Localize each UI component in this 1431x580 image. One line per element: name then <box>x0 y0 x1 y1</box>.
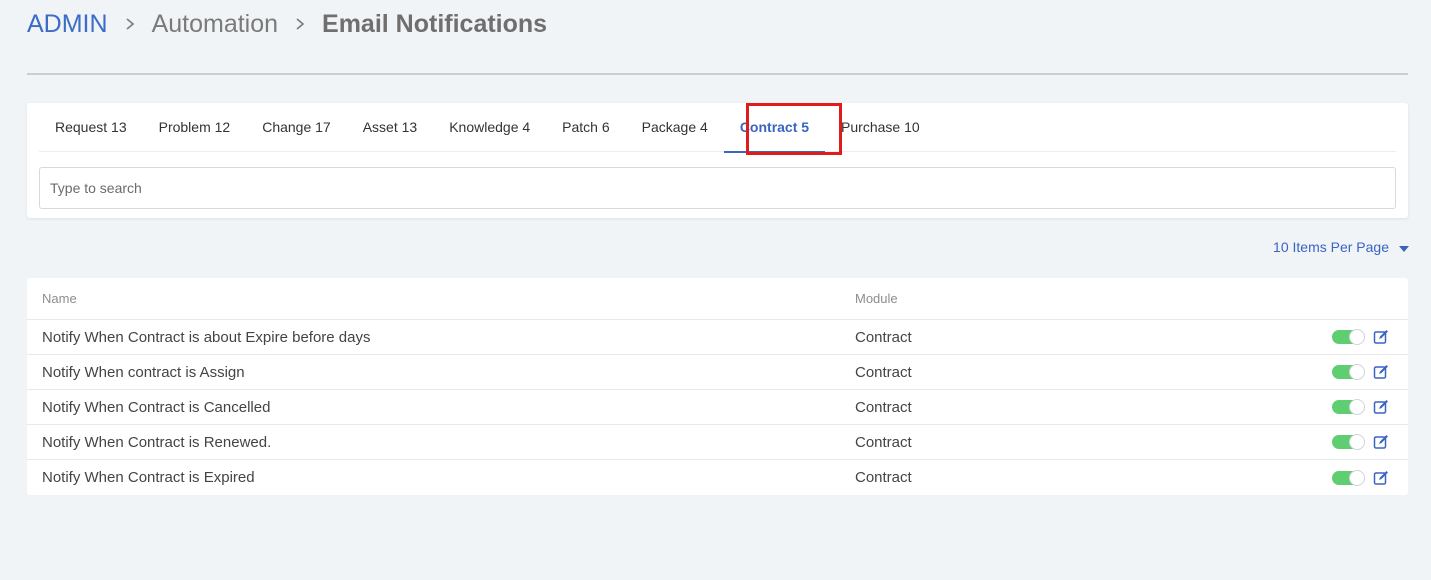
column-header-module[interactable]: Module <box>855 291 898 306</box>
tab-patch[interactable]: Patch 6 <box>546 103 625 151</box>
notification-module: Contract <box>855 398 912 416</box>
toggle-knob <box>1349 469 1365 486</box>
column-header-name[interactable]: Name <box>42 291 77 306</box>
items-per-page-dropdown[interactable]: 10 Items Per Page <box>1273 238 1409 256</box>
tab-package[interactable]: Package 4 <box>626 103 724 151</box>
chevron-right-icon <box>108 17 152 31</box>
row-actions <box>1332 399 1389 415</box>
table-row: Notify When contract is Assign Contract <box>27 355 1408 390</box>
table-header: Name Module <box>27 278 1408 320</box>
search-input[interactable] <box>39 167 1396 209</box>
notification-name[interactable]: Notify When contract is Assign <box>42 364 245 381</box>
page-title: Email Notifications <box>322 9 548 38</box>
tab-problem[interactable]: Problem 12 <box>143 103 247 151</box>
edit-icon[interactable] <box>1373 399 1389 415</box>
row-actions <box>1332 469 1389 486</box>
edit-icon[interactable] <box>1373 470 1389 486</box>
notification-name[interactable]: Notify When Contract is about Expire bef… <box>42 329 371 346</box>
enable-toggle[interactable] <box>1332 469 1365 486</box>
breadcrumb: ADMIN Automation Email Notifications <box>27 6 547 42</box>
toggle-knob <box>1349 329 1365 345</box>
edit-icon[interactable] <box>1373 329 1389 345</box>
notification-name[interactable]: Notify When Contract is Cancelled <box>42 399 270 416</box>
notifications-table: Name Module Notify When Contract is abou… <box>27 278 1408 495</box>
tab-asset[interactable]: Asset 13 <box>347 103 433 151</box>
row-actions <box>1332 329 1389 345</box>
table-row: Notify When Contract is Renewed. Contrac… <box>27 425 1408 460</box>
notification-module: Contract <box>855 363 912 381</box>
enable-toggle[interactable] <box>1332 364 1365 380</box>
breadcrumb-automation[interactable]: Automation <box>152 10 278 39</box>
table-row: Notify When Contract is Cancelled Contra… <box>27 390 1408 425</box>
breadcrumb-admin[interactable]: ADMIN <box>27 10 108 39</box>
tab-change[interactable]: Change 17 <box>246 103 347 151</box>
notification-name[interactable]: Notify When Contract is Renewed. <box>42 434 271 451</box>
tab-knowledge[interactable]: Knowledge 4 <box>433 103 546 151</box>
notification-module: Contract <box>855 469 912 486</box>
notification-module: Contract <box>855 328 912 346</box>
toggle-knob <box>1349 434 1365 450</box>
toggle-knob <box>1349 364 1365 380</box>
tab-purchase[interactable]: Purchase 10 <box>825 103 936 151</box>
module-tabs: Request 13 Problem 12 Change 17 Asset 13… <box>39 103 1396 153</box>
table-row: Notify When Contract is about Expire bef… <box>27 320 1408 355</box>
tab-contract[interactable]: Contract 5 <box>723 103 826 153</box>
toggle-knob <box>1349 399 1365 415</box>
enable-toggle[interactable] <box>1332 434 1365 450</box>
enable-toggle[interactable] <box>1332 399 1365 415</box>
caret-down-icon <box>1399 239 1409 255</box>
items-per-page-label: 10 Items Per Page <box>1273 239 1389 255</box>
row-actions <box>1332 434 1389 450</box>
enable-toggle[interactable] <box>1332 329 1365 345</box>
chevron-right-icon <box>278 17 322 31</box>
header-divider <box>27 73 1408 75</box>
row-actions <box>1332 364 1389 380</box>
notification-name[interactable]: Notify When Contract is Expired <box>42 469 255 486</box>
edit-icon[interactable] <box>1373 434 1389 450</box>
table-row: Notify When Contract is Expired Contract <box>27 460 1408 495</box>
edit-icon[interactable] <box>1373 364 1389 380</box>
filter-panel: Request 13 Problem 12 Change 17 Asset 13… <box>27 103 1408 218</box>
tab-request[interactable]: Request 13 <box>39 103 143 151</box>
notification-module: Contract <box>855 433 912 451</box>
